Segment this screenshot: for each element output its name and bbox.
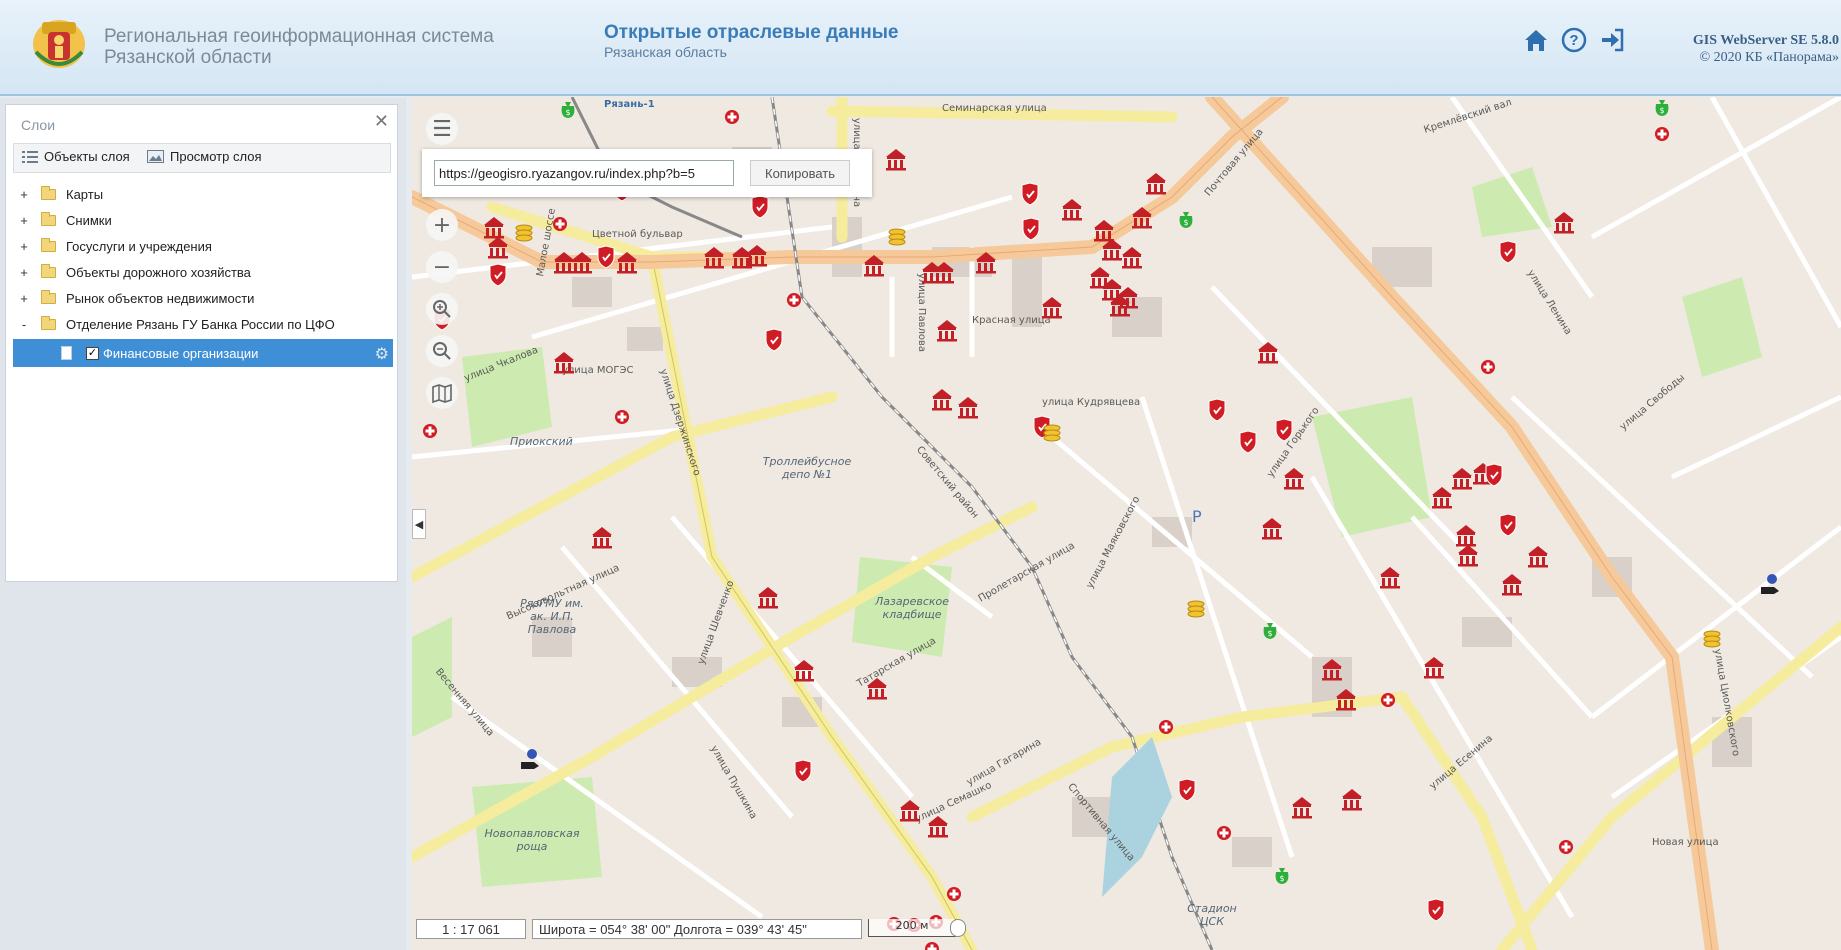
area-label: Приокский — [510, 435, 573, 448]
copy-button[interactable]: Копировать — [750, 160, 850, 186]
area-label: Лазаревское кладбище — [874, 595, 950, 621]
login-icon[interactable] — [1598, 26, 1626, 54]
area-label: Стадион ЦСК — [1187, 902, 1237, 928]
street-label: Красная улица — [972, 315, 1051, 326]
magnifier-plus-icon — [433, 300, 451, 318]
map-view[interactable]: Семинарская улица Кремлёвский вал улица … — [412, 97, 1841, 950]
magnifier-minus-icon — [433, 342, 451, 360]
folder-icon — [41, 237, 56, 252]
street-label: улица Павлова — [916, 273, 927, 352]
scale-bar: 200 м — [868, 919, 956, 937]
org-name: Региональная геоинформационная система Р… — [104, 26, 494, 68]
street-label: Семинарская улица — [942, 103, 1047, 114]
street-label: Цветной бульвар — [592, 229, 683, 240]
image-icon — [147, 150, 164, 163]
station-label: Рязань-1 — [604, 99, 655, 110]
tree-node-label: Рынок объектов недвижимости — [66, 290, 255, 306]
coordinates-display: Широта = 054° 38' 00" Долгота = 039° 43'… — [532, 919, 862, 939]
tree-node-real-estate[interactable]: + Рынок объектов недвижимости — [13, 285, 393, 311]
zoom-out-area-button[interactable] — [426, 335, 458, 367]
layers-tree: + Карты + Снимки + Госуслуги и учреждения +… — [13, 181, 393, 367]
layers-toolbar: Объекты слоя Просмотр слоя — [13, 143, 391, 173]
expand-toggle[interactable]: + — [13, 291, 35, 306]
share-link-input[interactable] — [434, 160, 734, 186]
tree-node-gov-services[interactable]: + Госуслуги и учреждения — [13, 233, 393, 259]
tree-node-maps[interactable]: + Карты — [13, 181, 393, 207]
share-link-popup: Копировать — [422, 149, 872, 197]
list-icon — [22, 150, 38, 163]
expand-toggle[interactable]: + — [13, 239, 35, 254]
close-icon[interactable]: ✕ — [374, 111, 389, 132]
layer-objects-button[interactable]: Объекты слоя — [22, 149, 130, 164]
layers-panel: Слои ✕ Объекты слоя Просмотр слоя + Карты — [5, 104, 398, 582]
app-title: Открытые отраслевые данные — [604, 22, 899, 43]
collapse-sidebar-button[interactable]: ◀ — [412, 509, 426, 539]
tree-node-images[interactable]: + Снимки — [13, 207, 393, 233]
sidebar: Слои ✕ Объекты слоя Просмотр слоя + Карты — [0, 98, 406, 950]
help-icon[interactable]: ? — [1560, 26, 1588, 54]
folder-icon — [41, 289, 56, 304]
tree-node-label: Отделение Рязань ГУ Банка России по ЦФО — [66, 316, 335, 332]
tree-node-financial-orgs[interactable]: ✓ Финансовые организации ⚙ — [13, 339, 393, 367]
scale-toggle-icon[interactable] — [950, 919, 966, 937]
expand-toggle[interactable]: + — [13, 265, 35, 280]
expand-toggle[interactable]: + — [13, 213, 35, 228]
layer-objects-label: Объекты слоя — [44, 149, 130, 164]
layer-visibility-checkbox[interactable]: ✓ — [86, 346, 99, 360]
area-label: Троллейбусное депо №1 — [762, 455, 852, 481]
version-label: GIS WebServer SE 5.8.0 — [1692, 33, 1839, 48]
gear-icon[interactable]: ⚙ — [375, 344, 389, 364]
tree-node-label: Госуслуги и учреждения — [66, 238, 212, 254]
plus-icon: + — [432, 212, 452, 238]
map-layers-button[interactable] — [426, 377, 458, 409]
svg-text:?: ? — [1569, 32, 1578, 49]
zoom-in-area-button[interactable] — [426, 293, 458, 325]
app-header: Региональная геоинформационная система Р… — [0, 0, 1841, 96]
home-icon[interactable] — [1522, 26, 1550, 54]
street-label: Новая улица — [1652, 837, 1719, 848]
app-subtitle: Рязанская область — [604, 44, 727, 60]
street-label: улица МОГЭС — [562, 365, 634, 376]
folder-icon — [41, 263, 56, 278]
folder-icon — [41, 185, 56, 200]
tree-node-label: Карты — [66, 186, 104, 202]
zoom-in-button[interactable]: + — [426, 209, 458, 241]
parking-label: P — [1192, 507, 1202, 526]
copyright-label: © 2020 КБ «Панорама» — [1699, 50, 1839, 65]
area-label: РязГМУ им. ак. И.П. Павлова — [520, 597, 584, 636]
document-icon — [61, 346, 72, 360]
chevron-left-icon: ◀ — [414, 517, 424, 531]
tree-node-label: Финансовые организации — [103, 345, 259, 361]
layers-panel-title: Слои — [21, 117, 56, 133]
folder-icon — [41, 211, 56, 226]
coat-of-arms-logo — [33, 20, 85, 68]
folded-map-icon — [432, 383, 452, 404]
menu-button[interactable]: ☰ — [426, 113, 458, 145]
scale-display: 1 : 17 061 — [416, 919, 526, 939]
tree-node-roads[interactable]: + Объекты дорожного хозяйства — [13, 259, 393, 285]
layer-view-label: Просмотр слоя — [170, 149, 262, 164]
tree-node-label: Снимки — [66, 212, 112, 228]
tree-node-label: Объекты дорожного хозяйства — [66, 264, 251, 280]
folder-icon — [41, 315, 56, 330]
hamburger-icon: ☰ — [432, 116, 452, 142]
minus-icon: − — [432, 254, 452, 280]
tree-node-bank-branch[interactable]: - Отделение Рязань ГУ Банка России по ЦФО — [13, 311, 393, 337]
zoom-out-button[interactable]: − — [426, 251, 458, 283]
street-label: улица Кудрявцева — [1042, 397, 1141, 408]
expand-toggle[interactable]: + — [13, 187, 35, 202]
layer-view-button[interactable]: Просмотр слоя — [147, 149, 261, 164]
area-label: Новопавловская роща — [484, 827, 580, 853]
collapse-toggle[interactable]: - — [13, 317, 35, 332]
